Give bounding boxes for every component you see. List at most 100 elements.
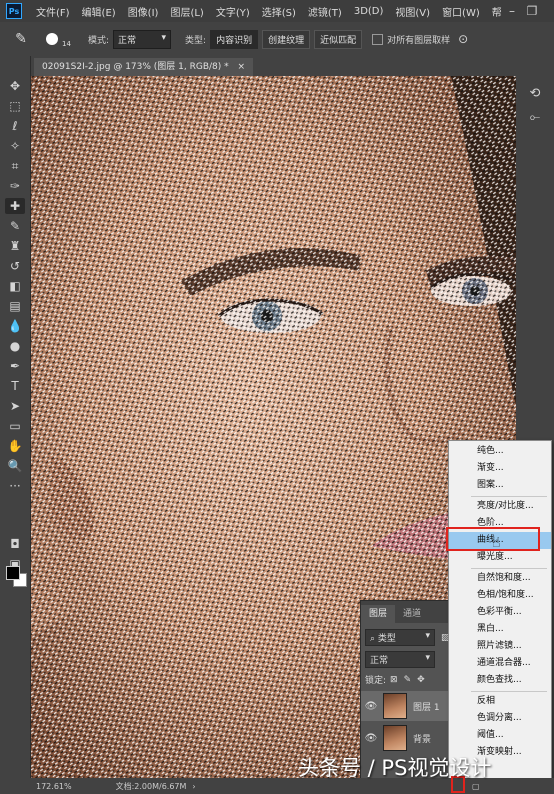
lasso-icon[interactable]: ℓ [5, 118, 25, 134]
menu-separator [471, 691, 547, 692]
menu-item-vibrance[interactable]: 自然饱和度... [449, 570, 551, 587]
menu-item-exposure[interactable]: 曝光度... [449, 549, 551, 566]
blur-icon[interactable]: 💧 [5, 318, 25, 334]
menu-separator [471, 568, 547, 569]
menu-image[interactable]: 图像(I) [122, 4, 165, 19]
lock-image-icon[interactable]: ✎ [404, 675, 412, 685]
history-icon[interactable]: ⟲ [524, 84, 546, 102]
history-brush-icon[interactable]: ↺ [5, 258, 25, 274]
menu-filter[interactable]: 滤镜(T) [302, 4, 348, 19]
quick-mask-icon[interactable]: ◘ [5, 536, 25, 552]
mode-select[interactable]: 正常 ▾ [113, 29, 172, 49]
type-label: 类型: [185, 35, 207, 46]
maximize-icon[interactable]: ❐ [524, 3, 540, 19]
document-info: 文档:2.00M/6.67M [115, 781, 187, 791]
pressure-icon[interactable]: ⊙ [458, 32, 468, 46]
proximity-match-button[interactable]: 近似匹配 [314, 29, 363, 49]
layer-filter-row: ⌕ 类型 ▾ ▨ [365, 629, 450, 646]
zoom-level[interactable]: 172.61% [36, 782, 72, 791]
options-bar: ✎ 14 模式: 正常 ▾ 类型: 内容识别 创建纹理 近似匹配 对所有图层取样 … [0, 22, 554, 57]
menu-window[interactable]: 窗口(W) [436, 4, 486, 19]
path-select-icon[interactable]: ➤ [5, 398, 25, 414]
layer-thumbnail [383, 725, 407, 751]
content-aware-button[interactable]: 内容识别 [210, 29, 259, 49]
minimize-icon[interactable]: – [504, 3, 520, 19]
brush-icon[interactable]: ✎ [5, 218, 25, 234]
zoom-icon[interactable]: 🔍 [5, 458, 25, 474]
menu-item-brightness-contrast[interactable]: 亮度/对比度... [449, 498, 551, 515]
brush-size: 14 [62, 40, 71, 48]
layer-thumbnail [383, 693, 407, 719]
menu-item-channel-mixer[interactable]: 通道混合器... [449, 655, 551, 672]
type-icon[interactable]: T [5, 378, 25, 394]
healing-brush-icon[interactable]: ✚ [5, 198, 25, 214]
move-icon[interactable]: ✥ [5, 78, 25, 94]
menu-edit[interactable]: 编辑(E) [76, 4, 122, 19]
sample-all-layers-checkbox[interactable] [372, 33, 384, 45]
hand-icon[interactable]: ✋ [5, 438, 25, 454]
layer-filter-select[interactable]: ⌕ 类型 ▾ [365, 629, 435, 646]
photoshop-logo: Ps [6, 3, 22, 19]
close-icon[interactable]: × [238, 62, 246, 72]
menu-item-black-white[interactable]: 黑白... [449, 621, 551, 638]
menu-layer[interactable]: 图层(L) [164, 4, 209, 19]
menu-bar: Ps 文件(F) 编辑(E) 图像(I) 图层(L) 文字(Y) 选择(S) 滤… [0, 0, 554, 22]
lock-transparent-icon[interactable]: ⊠ [390, 675, 398, 685]
eraser-icon[interactable]: ◧ [5, 278, 25, 294]
document-tab-title: 02091S2I-2.jpg @ 173% (图层 1, RGB/8) * [42, 62, 229, 72]
chevron-right-icon[interactable]: › [192, 782, 195, 791]
layer-name: 图层 1 [413, 702, 440, 713]
foreground-color-swatch[interactable] [6, 566, 20, 580]
menu-item-hue-saturation[interactable]: 色相/饱和度... [449, 587, 551, 604]
menu-separator [471, 496, 547, 497]
brush-preview[interactable] [46, 33, 58, 45]
menu-item-threshold[interactable]: 阈值... [449, 727, 551, 744]
paths-icon[interactable]: ⟜ [524, 108, 546, 126]
tools-panel: ✥ ⬚ ℓ ✧ ⌗ ✑ ✚ ✎ ♜ ↺ ◧ ▤ 💧 ● ✒ T ➤ ▭ ✋ 🔍 … [0, 56, 31, 778]
mouse-cursor-icon: ☝ [492, 535, 501, 551]
menu-item-invert[interactable]: 反相 [449, 693, 551, 710]
eyedropper-icon[interactable]: ✑ [5, 178, 25, 194]
watermark: 头条号 / PS视觉设计 [298, 756, 492, 780]
more-icon[interactable]: ··· [5, 478, 25, 494]
menu-item-gradient[interactable]: 渐变... [449, 460, 551, 477]
marquee-icon[interactable]: ⬚ [5, 98, 25, 114]
chevron-down-icon: ▾ [161, 32, 167, 43]
menu-item-solid-color[interactable]: 纯色... [449, 443, 551, 460]
document-tab[interactable]: 02091S2I-2.jpg @ 173% (图层 1, RGB/8) * × [34, 58, 254, 76]
tab-channels[interactable]: 通道 [395, 605, 429, 623]
rectangle-icon[interactable]: ▭ [5, 418, 25, 434]
new-layer-icon[interactable]: ▢ [472, 782, 480, 791]
document-tab-bar: 02091S2I-2.jpg @ 173% (图层 1, RGB/8) * × [30, 56, 516, 76]
mode-label: 模式: [88, 35, 110, 46]
tool-preset-picker[interactable]: ✎ [10, 28, 32, 50]
menu-type[interactable]: 文字(Y) [210, 4, 256, 19]
menu-item-color-balance[interactable]: 色彩平衡... [449, 604, 551, 621]
layer-name: 背景 [413, 734, 432, 745]
menu-item-posterize[interactable]: 色调分离... [449, 710, 551, 727]
eye-icon[interactable]: 👁 [361, 733, 381, 744]
blend-mode-row: 正常 ▾ [365, 651, 435, 668]
menu-item-color-lookup[interactable]: 颜色查找... [449, 672, 551, 689]
menu-file[interactable]: 文件(F) [30, 4, 76, 19]
crop-icon[interactable]: ⌗ [5, 158, 25, 174]
tab-layers[interactable]: 图层 [361, 605, 396, 623]
lock-position-icon[interactable]: ✥ [417, 675, 425, 685]
dodge-icon[interactable]: ● [5, 338, 25, 354]
menu-view[interactable]: 视图(V) [389, 4, 436, 19]
eye-icon[interactable]: 👁 [361, 701, 381, 712]
lock-label: 锁定: [365, 676, 387, 686]
menu-item-pattern[interactable]: 图案... [449, 477, 551, 494]
menu-3d[interactable]: 3D(D) [348, 6, 390, 17]
menu-item-photo-filter[interactable]: 照片滤镜... [449, 638, 551, 655]
blend-mode-select[interactable]: 正常 ▾ [365, 651, 435, 668]
gradient-icon[interactable]: ▤ [5, 298, 25, 314]
quick-select-icon[interactable]: ✧ [5, 138, 25, 154]
clone-stamp-icon[interactable]: ♜ [5, 238, 25, 254]
pen-icon[interactable]: ✒ [5, 358, 25, 374]
sample-all-layers-label: 对所有图层取样 [387, 35, 451, 46]
search-icon: ⌕ [370, 634, 376, 644]
create-texture-button[interactable]: 创建纹理 [262, 29, 311, 49]
menu-select[interactable]: 选择(S) [256, 4, 302, 19]
lock-row: 锁定: ⊠ ✎ ✥ [365, 673, 425, 687]
